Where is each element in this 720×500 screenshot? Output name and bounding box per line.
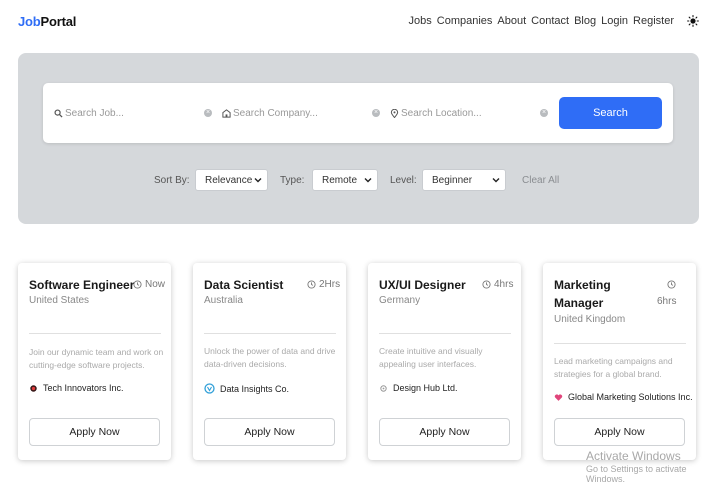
chevron-down-icon bbox=[492, 178, 500, 183]
nav-link-register[interactable]: Register bbox=[633, 15, 674, 27]
level-select-value: Beginner bbox=[432, 174, 473, 186]
apply-now-button[interactable]: Apply Now bbox=[29, 418, 160, 446]
clear-all-link[interactable]: Clear All bbox=[522, 175, 559, 186]
job-description: Unlock the power of data and drive data-… bbox=[204, 346, 336, 369]
job-title: Software Engineer bbox=[29, 278, 135, 292]
clock-icon bbox=[133, 280, 142, 289]
sort-select[interactable]: Relevance bbox=[195, 169, 268, 191]
job-title: Marketing Manager bbox=[554, 278, 611, 310]
job-description: Lead marketing campaigns and strategies … bbox=[554, 356, 673, 379]
nav-link-about[interactable]: About bbox=[497, 15, 526, 27]
type-select-value: Remote bbox=[322, 174, 358, 186]
nav-link-contact[interactable]: Contact bbox=[531, 15, 569, 27]
nav-link-companies[interactable]: Companies bbox=[437, 15, 493, 27]
clock-icon bbox=[667, 280, 677, 289]
location-search-field[interactable]: Search Location... bbox=[390, 83, 482, 143]
job-card[interactable]: Software Engineer Now United States Join… bbox=[18, 263, 171, 460]
clear-company-icon[interactable]: × bbox=[372, 109, 380, 117]
clock-icon bbox=[307, 280, 316, 289]
job-time-text: 2Hrs bbox=[319, 279, 341, 290]
apply-now-button[interactable]: Apply Now bbox=[379, 418, 510, 446]
card-divider bbox=[29, 333, 161, 334]
chevron-down-icon bbox=[364, 178, 372, 183]
company-name-text: Data Insights Co. bbox=[220, 383, 290, 394]
job-time-text: 6hrs bbox=[657, 296, 677, 307]
job-title: UX/UI Designer bbox=[379, 278, 466, 292]
job-card[interactable]: Marketing Manager 6hrs United Kingdom Le… bbox=[543, 263, 696, 460]
clear-job-icon[interactable]: × bbox=[204, 109, 212, 117]
job-card[interactable]: Data Scientist 2Hrs Australia Unlock the… bbox=[193, 263, 346, 460]
company-name: Global Marketing Solutions Inc. bbox=[554, 392, 693, 402]
chevron-down-icon bbox=[254, 178, 262, 183]
card-divider bbox=[379, 333, 511, 334]
company-name-text: Design Hub Ltd. bbox=[393, 383, 458, 393]
sun-icon[interactable] bbox=[687, 15, 699, 27]
apply-now-button[interactable]: Apply Now bbox=[204, 418, 335, 446]
job-search-field[interactable]: Search Job... bbox=[54, 83, 124, 143]
type-label: Type: bbox=[280, 175, 305, 186]
job-posted-time: Now bbox=[133, 279, 165, 290]
job-search-input[interactable]: Search Job... bbox=[65, 108, 124, 119]
location-pin-icon bbox=[390, 108, 399, 118]
level-select[interactable]: Beginner bbox=[422, 169, 506, 191]
job-title: Data Scientist bbox=[204, 278, 284, 292]
logo-part-job: Job bbox=[18, 14, 41, 29]
job-description: Join our dynamic team and work on cuttin… bbox=[29, 347, 164, 370]
job-time-text: Now bbox=[145, 279, 166, 290]
job-location: Germany bbox=[379, 295, 421, 306]
logo-part-portal: Portal bbox=[40, 14, 77, 29]
company-name-text: Global Marketing Solutions Inc. bbox=[568, 392, 693, 402]
heart-icon bbox=[554, 393, 563, 401]
job-location: United Kingdom bbox=[554, 314, 626, 325]
job-posted-time: 6hrs bbox=[657, 280, 676, 307]
type-select[interactable]: Remote bbox=[312, 169, 378, 191]
logo[interactable]: JobPortal bbox=[18, 14, 76, 29]
company-name: Data Insights Co. bbox=[204, 383, 289, 394]
activation-watermark: Activate Windows Go to Settings to activ… bbox=[586, 449, 720, 484]
company-name: Tech Innovators Inc. bbox=[29, 383, 124, 393]
level-label: Level: bbox=[390, 175, 417, 186]
search-panel: Search Job... × Search Company... × Sear… bbox=[18, 53, 699, 224]
company-name: Design Hub Ltd. bbox=[379, 383, 458, 393]
card-divider bbox=[204, 333, 336, 334]
card-divider bbox=[554, 343, 686, 344]
job-posted-time: 4hrs bbox=[482, 279, 513, 290]
sort-label: Sort By: bbox=[154, 175, 190, 186]
job-posted-time: 2Hrs bbox=[307, 279, 340, 290]
search-button[interactable]: Search bbox=[559, 97, 662, 129]
nav-link-login[interactable]: Login bbox=[601, 15, 628, 27]
watermark-title: Activate Windows bbox=[586, 449, 681, 463]
company-search-input[interactable]: Search Company... bbox=[233, 108, 318, 119]
company-name-text: Tech Innovators Inc. bbox=[43, 383, 124, 393]
red-dot-icon bbox=[30, 384, 37, 392]
clock-icon bbox=[482, 280, 491, 289]
watermark-subtitle: Go to Settings to activate Windows. bbox=[586, 464, 687, 484]
data-logo-icon bbox=[204, 383, 215, 394]
job-location: Australia bbox=[204, 295, 243, 306]
job-description: Create intuitive and visually appealing … bbox=[379, 346, 483, 369]
job-card[interactable]: UX/UI Designer 4hrs Germany Create intui… bbox=[368, 263, 521, 460]
filters-row: Sort By: Relevance Type: Remote Level: B… bbox=[18, 169, 699, 193]
search-icon bbox=[54, 108, 63, 118]
sort-select-value: Relevance bbox=[205, 174, 253, 186]
nav-link-blog[interactable]: Blog bbox=[574, 15, 596, 27]
design-dot-icon bbox=[380, 384, 387, 392]
nav-links: Jobs Companies About Contact Blog Login … bbox=[409, 15, 674, 27]
nav-link-jobs[interactable]: Jobs bbox=[409, 15, 432, 27]
location-search-input[interactable]: Search Location... bbox=[401, 108, 482, 119]
search-bar: Search Job... × Search Company... × Sear… bbox=[43, 83, 673, 143]
building-icon bbox=[222, 108, 231, 118]
apply-now-button[interactable]: Apply Now bbox=[554, 418, 685, 446]
job-time-text: 4hrs bbox=[494, 279, 514, 290]
company-search-field[interactable]: Search Company... bbox=[222, 83, 318, 143]
job-location: United States bbox=[29, 295, 90, 306]
clear-location-icon[interactable]: × bbox=[540, 109, 548, 117]
top-nav: JobPortal Jobs Companies About Contact B… bbox=[0, 0, 720, 44]
